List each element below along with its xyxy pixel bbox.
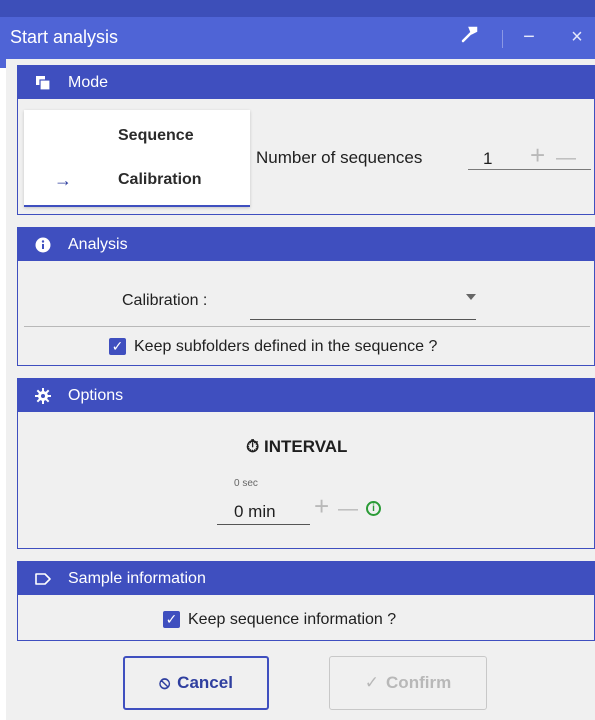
number-of-sequences-field[interactable]: 1 + — xyxy=(468,136,591,170)
calibration-select[interactable] xyxy=(250,280,476,320)
mode-tab-list: Sequence → Calibration xyxy=(24,110,250,207)
tag-icon xyxy=(18,572,68,586)
title-bar-top-strip xyxy=(0,0,595,17)
cancel-button-label: Cancel xyxy=(177,673,233,692)
options-section-title: Options xyxy=(68,386,124,404)
mode-tab-sequence[interactable]: Sequence xyxy=(24,118,250,154)
number-of-sequences-value: 1 xyxy=(483,149,493,168)
interval-title-text: INTERVAL xyxy=(264,437,348,456)
stopwatch-icon: ⏱ xyxy=(246,437,260,456)
keep-sequence-info-checkbox[interactable]: ✓ xyxy=(163,611,180,628)
layers-icon xyxy=(18,75,68,91)
info-circle-icon xyxy=(18,237,68,253)
number-of-sequences-label: Number of sequences xyxy=(256,148,423,167)
mode-tab-sequence-label: Sequence xyxy=(118,127,194,144)
check-icon: ✓ xyxy=(364,673,380,692)
interval-field[interactable]: 0 min xyxy=(217,488,310,525)
sequences-increment-button[interactable]: + xyxy=(530,142,545,168)
sample-information-header: Sample information xyxy=(18,562,594,595)
window-title: Start analysis xyxy=(10,27,119,47)
interval-title: ⏱ INTERVAL xyxy=(246,437,347,457)
mode-section-title: Mode xyxy=(68,73,109,91)
keep-sequence-info-label: Keep sequence information ? xyxy=(188,611,397,628)
gear-icon xyxy=(18,387,68,404)
analysis-section: Analysis Calibration : ✓ Keep subfolders… xyxy=(17,227,595,366)
mode-section: Mode Sequence → Calibration Number of se… xyxy=(17,65,595,215)
dialog-body: Mode Sequence → Calibration Number of se… xyxy=(6,59,595,720)
arrow-right-icon: → xyxy=(54,169,72,190)
interval-value: 0 min xyxy=(234,502,276,521)
caret-down-icon xyxy=(466,294,476,300)
calibration-label: Calibration : xyxy=(122,292,208,309)
title-bar-separator xyxy=(502,30,503,48)
options-section-header: Options xyxy=(18,379,594,412)
mode-tab-calibration-label: Calibration xyxy=(118,171,202,188)
window-title-bar: Start analysis − × xyxy=(0,0,595,68)
minimize-button[interactable]: − xyxy=(515,24,543,50)
interval-info-icon[interactable]: i xyxy=(366,501,381,516)
interval-decrement-button[interactable]: — xyxy=(338,496,358,522)
keep-subfolders-checkbox[interactable]: ✓ xyxy=(109,338,126,355)
close-button[interactable]: × xyxy=(563,24,591,50)
confirm-button-label: Confirm xyxy=(386,673,452,692)
interval-increment-button[interactable]: + xyxy=(314,493,329,519)
hammer-icon[interactable] xyxy=(456,24,484,50)
options-section: Options ⏱ INTERVAL 0 sec 0 min + — i xyxy=(17,378,595,549)
cancel-button[interactable]: ⦸ Cancel xyxy=(123,656,269,710)
sequences-decrement-button[interactable]: — xyxy=(556,145,576,171)
confirm-button[interactable]: ✓ Confirm xyxy=(329,656,487,710)
cancel-icon: ⦸ xyxy=(159,673,171,692)
mode-section-header: Mode xyxy=(18,66,594,99)
analysis-divider xyxy=(24,326,590,327)
selected-tab-underline xyxy=(24,205,250,207)
analysis-section-title: Analysis xyxy=(68,235,128,253)
mode-tab-calibration[interactable]: → Calibration xyxy=(24,162,250,198)
sample-information-section: Sample information ✓ Keep sequence infor… xyxy=(17,561,595,641)
keep-subfolders-label: Keep subfolders defined in the sequence … xyxy=(134,338,438,355)
analysis-section-header: Analysis xyxy=(18,228,594,261)
sample-information-title: Sample information xyxy=(68,569,206,587)
